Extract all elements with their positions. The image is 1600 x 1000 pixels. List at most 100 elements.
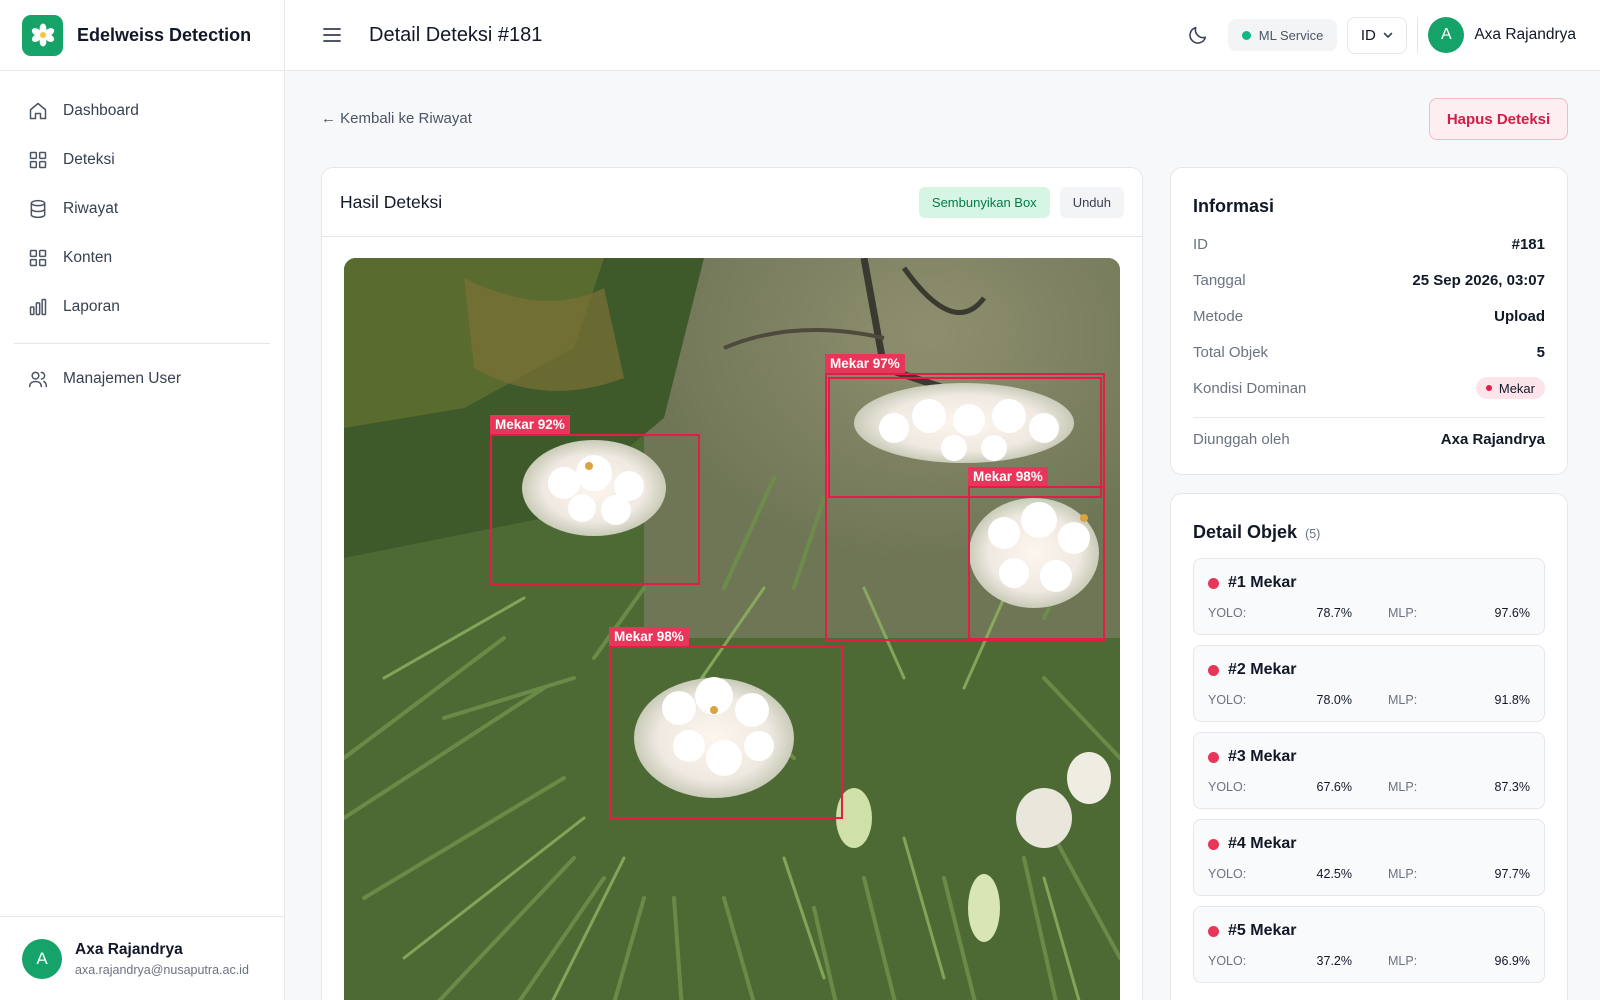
info-value: Axa Rajandrya [1440,431,1545,448]
user-email: axa.rajandrya@nusaputra.ac.id [75,962,249,977]
mlp-label: MLP: [1388,954,1418,968]
bounding-box: Mekar 98% [609,627,843,819]
ml-service-status: ML Service [1227,19,1338,51]
sidebar-item-label: Riwayat [63,199,119,217]
language-select[interactable]: ID [1347,16,1408,54]
list-item[interactable]: #2 Mekar YOLO: 78.0% MLP: 91.8% [1193,645,1545,722]
yolo-value: 67.6% [1316,780,1352,794]
delete-detection-button[interactable]: Hapus Deteksi [1429,98,1568,140]
info-row-method: Metode Upload [1193,308,1545,325]
info-divider [1193,417,1545,418]
info-row-dominant-condition: Kondisi Dominan Mekar [1193,377,1545,399]
object-name: #3 Mekar [1228,748,1297,765]
avatar: A [1428,17,1465,53]
sidebar-item-deteksi[interactable]: Deteksi [0,135,284,184]
user-name: Axa Rajandrya [75,940,183,958]
object-name: #2 Mekar [1228,661,1297,678]
info-value: 25 Sep 2026, 03:07 [1412,272,1545,289]
info-value: 5 [1536,344,1545,361]
bounding-box-label: Mekar 98% [968,467,1048,486]
database-icon [28,199,48,219]
dark-mode-toggle-icon[interactable] [1186,23,1210,47]
info-key: Tanggal [1193,272,1246,289]
mlp-label: MLP: [1388,867,1418,881]
page-title: Detail Deteksi #181 [369,23,543,46]
sidebar-item-konten[interactable]: Konten [0,233,284,282]
object-count: (5) [1305,527,1321,541]
hide-boxes-button[interactable]: Sembunyikan Box [918,186,1050,218]
grid-icon [28,248,48,268]
header-divider [1417,17,1419,53]
users-icon [28,369,48,389]
object-detail-title-text: Detail Objek [1193,522,1298,542]
mlp-label: MLP: [1388,780,1418,794]
sidebar-item-dashboard[interactable]: Dashboard [0,86,284,135]
mlp-value: 91.8% [1494,693,1530,707]
detection-image: Mekar 92% Mekar 97% Mekar 98% Mekar 98% [344,258,1120,1000]
sidebar-item-label: Deteksi [63,150,115,168]
info-title: Informasi [1193,196,1275,216]
sidebar-item-label: Konten [63,248,113,266]
bounding-box-label: Mekar 98% [609,627,689,646]
language-value: ID [1360,26,1376,44]
nav-divider [14,343,270,344]
info-value: Upload [1494,308,1545,325]
sidebar-user-profile[interactable]: A Axa Rajandrya axa.rajandrya@nusaputra.… [0,916,284,1000]
status-badge: Mekar [1475,377,1545,399]
sidebar-item-label: Manajemen User [63,369,182,387]
avatar: A [22,938,62,979]
status-dot-icon [1208,838,1219,850]
mlp-value: 97.7% [1494,867,1530,881]
header-user-name: Axa Rajandrya [1474,26,1576,43]
back-to-history-link[interactable]: ← Kembali ke Riwayat [321,110,472,127]
list-item[interactable]: #1 Mekar YOLO: 78.7% MLP: 97.6% [1193,558,1545,635]
sidebar-item-riwayat[interactable]: Riwayat [0,184,284,233]
info-row-date: Tanggal 25 Sep 2026, 03:07 [1193,272,1545,289]
mlp-value: 97.6% [1494,606,1530,620]
info-row-uploaded-by: Diunggah oleh Axa Rajandrya [1193,431,1545,448]
list-item[interactable]: #5 Mekar YOLO: 37.2% MLP: 96.9% [1193,906,1545,983]
mlp-value: 96.9% [1494,954,1530,968]
yolo-label: YOLO: [1208,780,1247,794]
status-dot-icon [1241,30,1251,40]
list-item[interactable]: #4 Mekar YOLO: 42.5% MLP: 97.7% [1193,819,1545,896]
info-key: ID [1193,236,1208,253]
mlp-label: MLP: [1388,693,1418,707]
menu-icon[interactable] [322,25,342,45]
status-dot-icon [1208,664,1219,676]
top-header: Detail Deteksi #181 ML Service ID A Axa … [285,0,1600,71]
status-dot-icon [1208,751,1219,763]
yolo-label: YOLO: [1208,867,1247,881]
list-item[interactable]: #3 Mekar YOLO: 67.6% MLP: 87.3% [1193,732,1545,809]
mlp-value: 87.3% [1494,780,1530,794]
info-value: #181 [1511,236,1545,253]
info-row-total-objects: Total Objek 5 [1193,344,1545,361]
information-card: Informasi ID #181 Tanggal 25 Sep 2026, 0… [1170,167,1568,475]
brand[interactable]: Edelweiss Detection [0,0,284,71]
info-row-id: ID #181 [1193,236,1545,253]
info-key: Kondisi Dominan [1193,379,1307,397]
object-name: #5 Mekar [1228,922,1297,939]
download-button[interactable]: Unduh [1059,186,1124,218]
result-title: Hasil Deteksi [340,191,443,212]
chevron-down-icon [1383,32,1393,39]
condition-value: Mekar [1498,380,1535,396]
bounding-box: Mekar 92% [490,415,700,585]
status-dot-icon [1208,577,1219,589]
sidebar-item-label: Laporan [63,297,120,315]
mlp-label: MLP: [1388,606,1418,620]
status-dot-icon [1485,385,1492,391]
bar-chart-icon [28,297,48,317]
sidebar-item-laporan[interactable]: Laporan [0,282,284,331]
home-icon [28,101,48,121]
bounding-box-label: Mekar 97% [825,354,905,373]
header-user-menu[interactable]: A Axa Rajandrya [1428,17,1576,53]
object-name: #4 Mekar [1228,835,1297,852]
edelweiss-logo-icon [22,14,63,56]
yolo-label: YOLO: [1208,606,1247,620]
object-detail-title: Detail Objek (5) [1193,522,1320,543]
detection-result-card: Hasil Deteksi Sembunyikan Box Unduh Meka… [321,167,1143,1000]
yolo-value: 37.2% [1316,954,1352,968]
sidebar-item-manajemen-user[interactable]: Manajemen User [0,354,284,403]
ml-service-label: ML Service [1258,27,1324,43]
